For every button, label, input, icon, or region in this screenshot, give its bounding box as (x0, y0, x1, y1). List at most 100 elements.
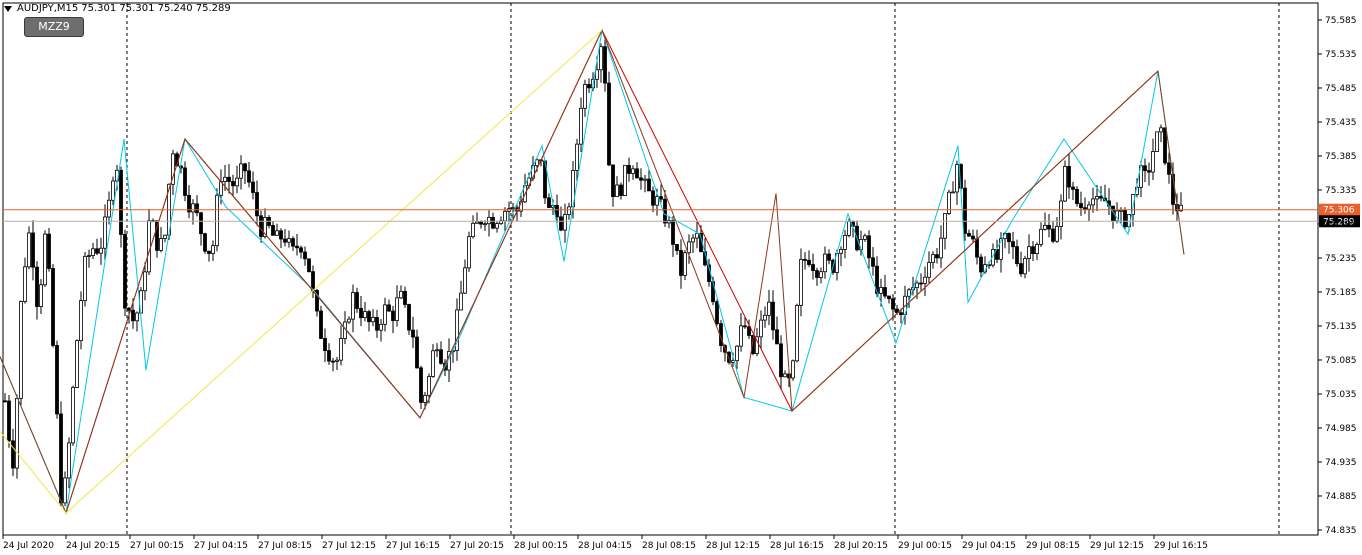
candle-body (123, 234, 127, 309)
candle-body (647, 178, 651, 192)
candle-body (163, 234, 167, 239)
price-chart[interactable]: 75.30675.289 75.58575.53575.48575.43575.… (0, 0, 1362, 555)
candle-body (1031, 246, 1035, 254)
candle-body (291, 238, 295, 247)
x-tick-label: 27 Jul 04:15 (194, 541, 248, 551)
candle-body (143, 271, 147, 292)
candle-body (331, 360, 335, 363)
y-tick-label: 75.035 (1325, 390, 1357, 400)
candle-body (75, 340, 79, 388)
indicator-button[interactable]: MZZ9 (24, 17, 84, 37)
candle-body (935, 254, 939, 259)
zigzag-red (65, 29, 1159, 514)
x-tick-label: 28 Jul 16:15 (770, 541, 824, 551)
candle-body (283, 238, 287, 243)
candle-body (979, 256, 983, 273)
candle-body (587, 84, 591, 89)
candle-body (779, 343, 783, 378)
x-tick-label: 27 Jul 20:15 (450, 541, 504, 551)
candle-body (803, 259, 807, 261)
candle-body (203, 233, 207, 252)
candle-body (919, 282, 923, 285)
time-axis: 24 Jul 2020 24 Jul 20:15 27 Jul 00:15 27 Ju… (2, 535, 1208, 551)
zigzag-yellow (0, 29, 603, 514)
candle-body (799, 259, 803, 306)
candle-body (619, 184, 623, 196)
candle-body (251, 181, 255, 193)
plot-frame (2, 2, 1319, 536)
chart-window[interactable]: 75.306 75.289 75.585 75.535 75.485 75.435 75.… (0, 0, 1362, 555)
candle-body (275, 230, 279, 236)
x-tick-label: 28 Jul 00:15 (514, 541, 568, 551)
candle-body (359, 308, 363, 319)
candle-body (927, 262, 931, 278)
candle-body (347, 318, 351, 323)
candle-body (907, 289, 911, 297)
candle-body (595, 69, 599, 80)
candle-body (419, 367, 423, 403)
y-tick-label: 75.185 (1325, 288, 1357, 298)
candle-body (747, 326, 751, 336)
candle-body (55, 345, 59, 415)
candle-body (891, 298, 895, 310)
candle-body (7, 400, 11, 442)
dropdown-triangle-icon[interactable] (4, 5, 12, 12)
candle-body (47, 233, 51, 269)
candle-body (579, 107, 583, 145)
candle-body (555, 204, 559, 218)
candle-body (307, 258, 311, 273)
candle-body (967, 232, 971, 237)
zigzag-brown (0, 28, 1185, 515)
candle-body (1163, 127, 1167, 164)
candle-body (1087, 204, 1091, 210)
candle-body (15, 397, 19, 469)
candle-body (3, 400, 7, 403)
x-tick-label: 28 Jul 12:15 (706, 541, 760, 551)
candle-body (423, 394, 427, 403)
y-tick-label: 74.885 (1325, 492, 1357, 502)
candle-body (235, 177, 239, 187)
candle-body (887, 295, 891, 300)
candle-body (399, 290, 403, 299)
candle-body (255, 192, 259, 217)
candle-body (1119, 209, 1123, 212)
candle-body (111, 180, 115, 201)
candle-body (335, 359, 339, 362)
y-tick-label: 75.235 (1325, 254, 1357, 264)
candle-body (227, 176, 231, 182)
candle-body (159, 238, 163, 251)
candle-body (207, 250, 211, 254)
candle-body (627, 164, 631, 174)
x-tick-label: 28 Jul 04:15 (578, 541, 632, 551)
candle-body (599, 46, 603, 71)
candle-body (1079, 203, 1083, 209)
x-tick-label: 24 Jul 20:15 (66, 541, 120, 551)
candle-body (679, 250, 683, 276)
x-tick-label: 27 Jul 16:15 (386, 541, 440, 551)
symbol-label: AUDJPY,M15 (17, 3, 79, 14)
candle-body (199, 212, 203, 235)
candle-body (127, 307, 131, 311)
candle-body (191, 203, 195, 213)
candle-body (351, 292, 355, 320)
y-tick-label: 75.485 (1325, 84, 1357, 94)
candle-body (843, 235, 847, 250)
candle-body (327, 350, 331, 362)
candle-body (771, 301, 775, 331)
candle-body (1011, 241, 1015, 248)
candle-body (643, 178, 647, 181)
candle-body (867, 235, 871, 259)
price-tag-label: 75.306 (1323, 206, 1355, 216)
candle-body (39, 284, 43, 307)
candle-body (395, 297, 399, 321)
candle-body (879, 287, 883, 294)
candle-body (495, 223, 499, 229)
candle-body (19, 301, 23, 399)
candle-body (95, 248, 99, 254)
candle-body (31, 232, 35, 268)
candle-body (83, 255, 87, 301)
x-tick-label: 29 Jul 08:15 (1026, 541, 1080, 551)
candle-body (567, 206, 571, 215)
candle-body (943, 213, 947, 239)
candle-body (211, 245, 215, 254)
